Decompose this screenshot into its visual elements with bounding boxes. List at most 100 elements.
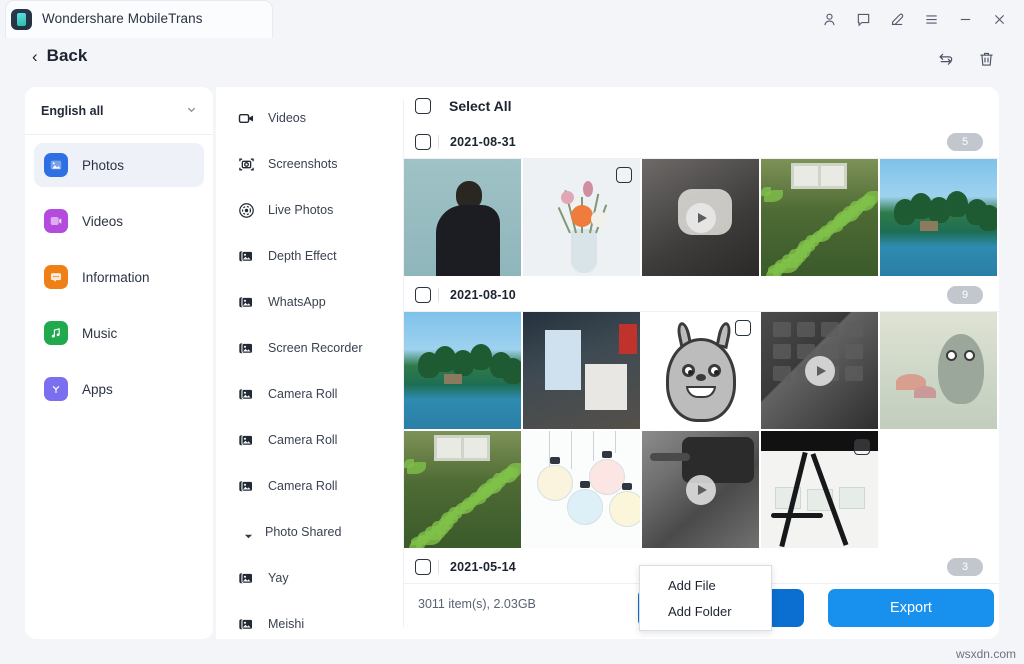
album-icon [238,570,255,587]
sidebar-item-music[interactable]: Music [34,311,204,355]
sidebar-item-label: Music [82,326,117,341]
play-icon[interactable] [805,356,835,386]
thumb-portrait-man[interactable] [404,159,521,276]
group-checkbox[interactable] [415,559,431,575]
thumb-cable-desk[interactable] [761,431,878,548]
toolbar-actions [936,50,996,69]
category-item-label: Screen Recorder [268,341,363,355]
category-item-label: Depth Effect [268,249,337,263]
back-button[interactable]: ‹ Back [32,46,87,66]
caret-down-icon [244,528,253,537]
sidebar-item-videos[interactable]: Videos [34,199,204,243]
thumb-office-desk[interactable] [523,312,640,429]
category-group-photo-shared[interactable]: Photo Shared [216,509,404,555]
account-icon[interactable] [812,2,846,36]
album-icon [238,294,255,311]
sidebar-item-label: Photos [82,158,124,173]
sidebar-item-label: Videos [82,214,123,229]
category-item-depth-effect[interactable]: Depth Effect [216,233,404,279]
album-icon [238,478,255,495]
category-item-label: Camera Roll [268,433,337,447]
group-date-label: 2021-05-14 [450,560,516,574]
category-item-screenshots[interactable]: Screenshots [216,141,404,187]
thumb-totoro-painting[interactable] [880,312,997,429]
play-icon[interactable] [686,203,716,233]
edit-pen-icon[interactable] [880,2,914,36]
mobiletrans-app-icon [11,9,32,30]
category-item-label: Camera Roll [268,479,337,493]
sidebar-item-label: Information [82,270,150,285]
thumb-green-leaves-2[interactable] [404,431,521,548]
category-item-screen-recorder[interactable]: Screen Recorder [216,325,404,371]
category-item-label: Camera Roll [268,387,337,401]
category-item-label: Screenshots [268,157,337,171]
thumb-island-beach-2[interactable] [404,312,521,429]
information-icon [44,265,68,289]
group-checkbox[interactable] [415,134,431,150]
music-icon [44,321,68,345]
thumbnail-checkbox[interactable] [735,320,751,336]
date-group-header: 2021-08-10 9 [404,278,999,312]
album-icon [238,386,255,403]
thumb-flower-vase[interactable] [523,159,640,276]
export-button[interactable]: Export [828,589,994,627]
window-actions [812,0,1016,38]
sidebar-item-apps[interactable]: Apps [34,367,204,411]
app-title: Wondershare MobileTrans [42,11,203,26]
screenshot-icon [238,156,255,173]
sidebar-item-photos[interactable]: Photos [34,143,204,187]
apps-icon [44,377,68,401]
date-group-header: 2021-08-315 [404,125,999,159]
group-count-badge: 9 [947,286,983,304]
sidebar-item-information[interactable]: Information [34,255,204,299]
category-item-live-photos[interactable]: Live Photos [216,187,404,233]
category-item-meishi[interactable]: Meishi [216,601,404,647]
thumb-keyboard-dark[interactable] [761,312,878,429]
thumb-ornament-chart[interactable] [523,431,640,548]
divider [438,560,439,574]
chevron-down-icon [186,104,197,118]
category-item-label: Videos [268,111,306,125]
thumb-phone-dark[interactable] [642,431,759,548]
select-all-checkbox[interactable] [415,98,431,114]
language-select-value: English all [41,104,104,118]
minimize-icon[interactable] [948,2,982,36]
content-panel: Select All 2021-08-315 2021-08-10 9 2021-05… [404,87,999,639]
group-date-label: 2021-08-10 [450,288,516,302]
thumb-totoro-drawing[interactable] [642,312,759,429]
transfer-sync-icon[interactable] [936,50,955,69]
thumb-island-beach[interactable] [880,159,997,276]
thumb-green-leaves[interactable] [761,159,878,276]
category-item-videos[interactable]: Videos [216,95,404,141]
photo-row [404,159,999,276]
album-icon [238,340,255,357]
import-context-menu: Add FileAdd Folder [639,565,772,631]
thumbnail-checkbox[interactable] [616,167,632,183]
context-menu-item-add-folder[interactable]: Add Folder [640,598,771,624]
divider [438,135,439,149]
category-item-whatsapp[interactable]: WhatsApp [216,279,404,325]
select-all-row: Select All [404,87,999,125]
category-item-camera-roll[interactable]: Camera Roll [216,371,404,417]
group-date-label: 2021-08-31 [450,135,516,149]
select-all-label: Select All [449,98,512,114]
app-window: Wondershare MobileTrans [0,0,1024,664]
close-icon[interactable] [982,2,1016,36]
category-group-label: Photo Shared [265,525,341,539]
category-panel: Videos Screenshots Live Photos Depth Effect… [216,87,404,639]
thumb-airpods-hand[interactable] [642,159,759,276]
photo-row [404,431,999,548]
feedback-icon[interactable] [846,2,880,36]
delete-trash-icon[interactable] [977,50,996,69]
group-checkbox[interactable] [415,287,431,303]
thumbnail-checkbox[interactable] [854,439,870,455]
category-item-camera-roll[interactable]: Camera Roll [216,417,404,463]
menu-icon[interactable] [914,2,948,36]
play-icon[interactable] [686,475,716,505]
category-item-label: Live Photos [268,203,333,217]
language-select[interactable]: English all [25,87,213,135]
photo-row [404,312,999,429]
category-item-camera-roll[interactable]: Camera Roll [216,463,404,509]
context-menu-item-add-file[interactable]: Add File [640,572,771,598]
category-item-yay[interactable]: Yay [216,555,404,601]
